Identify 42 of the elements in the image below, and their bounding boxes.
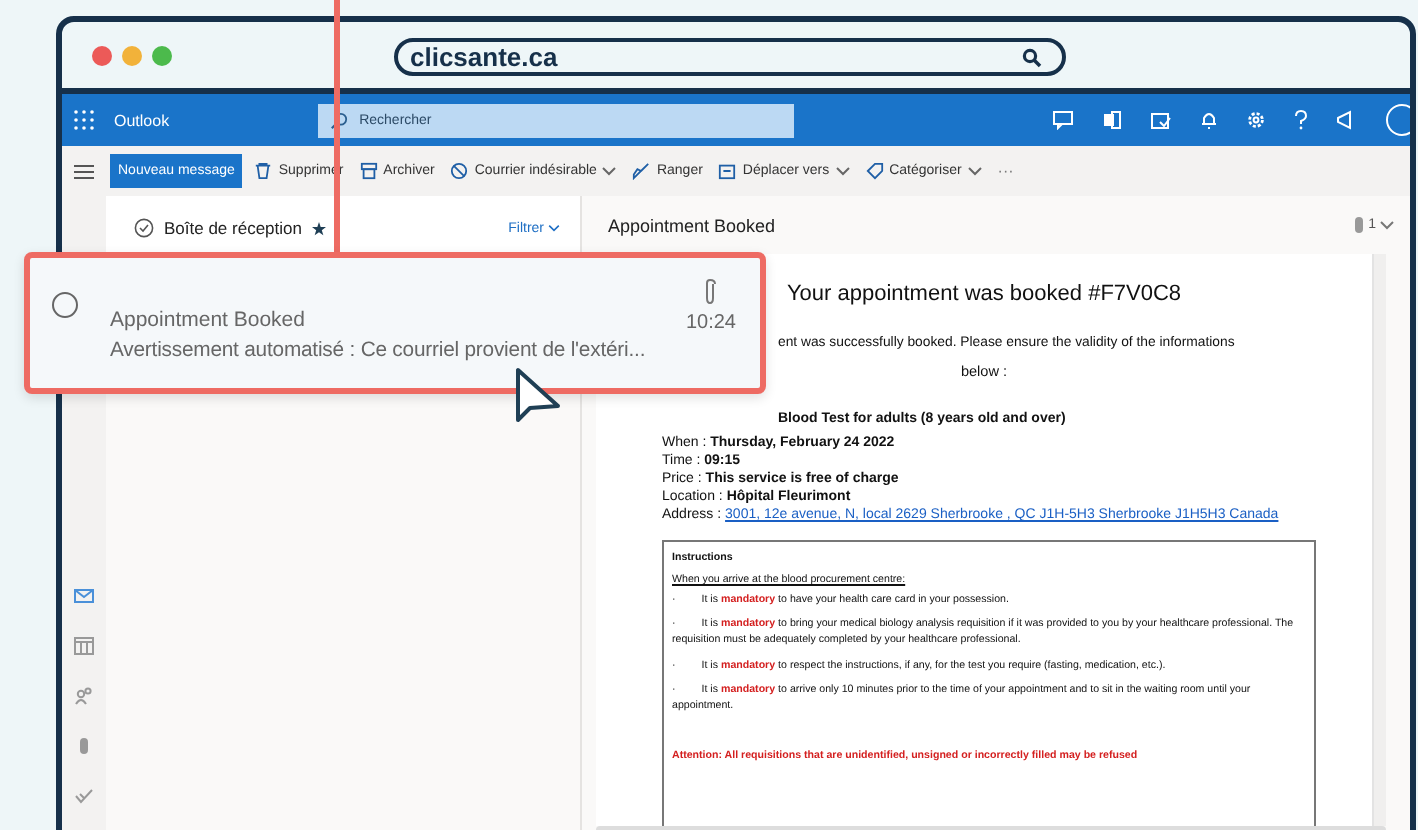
email-heading: Your appointment was booked #F7V0C8 [784,282,1184,306]
message-item[interactable]: Appointment Booked Avertissement automatisé : Ce courriel provient de l'extéri... 10:24 [24,252,766,394]
zoom-dot[interactable] [152,45,172,65]
broom-icon [632,162,651,180]
address-bar[interactable]: clicsante.ca [394,38,1066,76]
select-all-icon[interactable] [134,218,154,238]
checkmark-icon[interactable] [74,786,94,806]
close-dot[interactable] [92,45,112,65]
cursor-arrow-icon [514,366,562,426]
block-icon [450,162,469,180]
message-time: 10:24 [685,312,736,334]
people-icon[interactable] [74,686,94,706]
office-icon[interactable] [1102,110,1122,130]
avatar[interactable] [1386,104,1410,136]
message-subject: Appointment Booked [110,308,307,332]
chevron-down-icon [548,224,560,232]
star-icon[interactable] [312,221,326,235]
minimize-dot[interactable] [122,45,142,65]
paperclip-icon [1354,216,1365,234]
message-subject: Appointment Booked [608,215,776,235]
calendar-check-icon[interactable] [1150,110,1172,130]
tag-icon [865,162,884,180]
bell-icon[interactable] [1200,110,1218,130]
more-button[interactable]: ··· [993,162,1018,180]
mail-icon[interactable] [74,586,94,606]
calendar-icon[interactable] [74,636,94,656]
help-icon[interactable] [1294,110,1308,130]
url-text: clicsante.ca [410,42,558,72]
chat-icon[interactable] [1052,110,1074,130]
folder-title: Boîte de réception [164,218,302,238]
menu-icon[interactable] [74,163,94,179]
folder-icon [718,162,737,180]
settings-icon[interactable] [1246,110,1266,130]
chevron-down-icon[interactable] [1380,220,1394,230]
search-icon[interactable] [1022,47,1042,67]
select-circle[interactable] [52,292,78,318]
archive-icon [359,162,378,180]
message-preview: Avertissement automatisé : Ce courriel provient de l'extéri... [110,340,646,362]
app-name: Outlook [114,111,170,129]
app-launcher-icon[interactable] [74,110,94,130]
paperclip-icon[interactable] [74,736,94,756]
trash-icon [254,162,273,180]
